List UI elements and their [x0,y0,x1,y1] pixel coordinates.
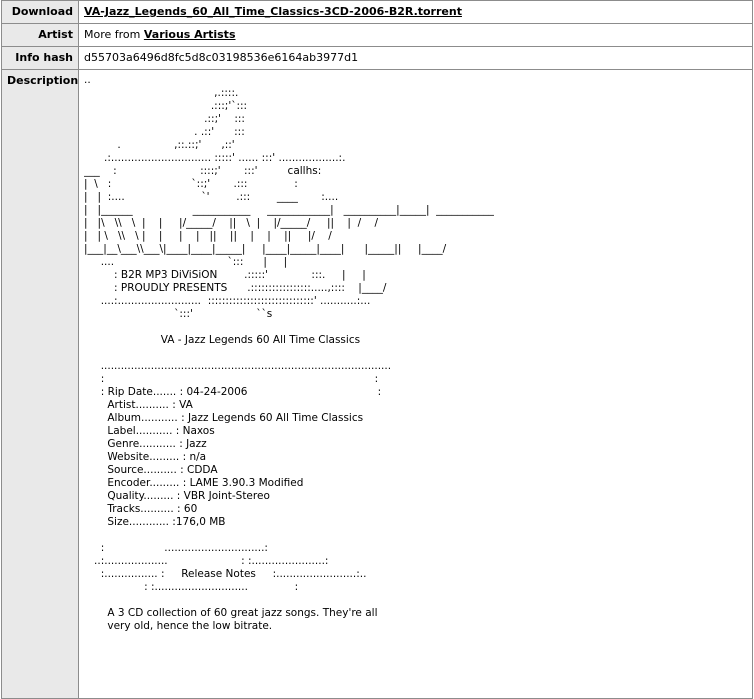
artist-prefix: More from [84,28,144,41]
torrent-download-link[interactable]: VA-Jazz_Legends_60_All_Time_Classics-3CD… [84,5,462,18]
artist-link[interactable]: Various Artists [144,28,236,41]
description-row: Description .. ,.::::. .:::;'`::: .::;' … [1,69,753,699]
description-label: Description [1,69,79,699]
info-hash-value: d55703a6496d8fc5d8c03198536e6164ab3977d1 [78,46,753,70]
info-hash-row: Info hash d55703a6496d8fc5d8c03198536e61… [1,46,753,70]
download-value: VA-Jazz_Legends_60_All_Time_Classics-3CD… [78,0,753,24]
download-row: Download VA-Jazz_Legends_60_All_Time_Cla… [1,0,753,24]
artist-label: Artist [1,23,79,47]
nfo-text: .. ,.::::. .:::;'`::: .::;' ::: . .::' :… [84,74,494,632]
artist-row: Artist More from Various Artists [1,23,753,47]
download-label: Download [1,0,79,24]
description-value: .. ,.::::. .:::;'`::: .::;' ::: . .::' :… [78,69,753,699]
info-hash-label: Info hash [1,46,79,70]
torrent-details-table: Download VA-Jazz_Legends_60_All_Time_Cla… [1,0,753,699]
artist-value: More from Various Artists [78,23,753,47]
